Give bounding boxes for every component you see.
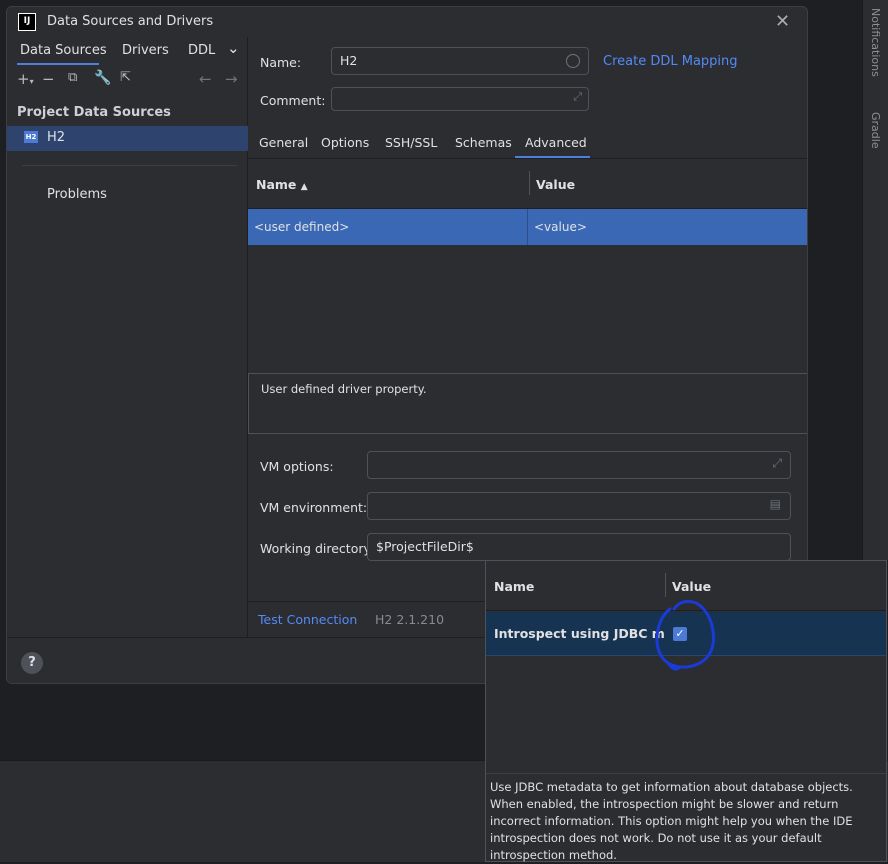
tab-advanced[interactable]: Advanced: [525, 135, 587, 150]
name-value: H2: [340, 53, 358, 68]
tab-drivers[interactable]: Drivers: [122, 43, 169, 58]
name-label: Name:: [260, 55, 302, 70]
wrench-icon[interactable]: 🔧: [94, 70, 111, 86]
vm-environment-label: VM environment:: [260, 500, 368, 515]
working-directory-label: Working directory:: [260, 541, 375, 556]
divider: [22, 165, 237, 166]
forward-arrow-icon[interactable]: →: [225, 70, 238, 88]
export-icon[interactable]: ⇱: [120, 70, 131, 85]
problems-item[interactable]: Problems: [47, 187, 107, 202]
popup-col-value[interactable]: Value: [672, 579, 711, 594]
ide-right-toolbar: Notifications Gradle: [862, 0, 888, 560]
comment-field[interactable]: ⤢: [331, 87, 589, 111]
test-connection-link[interactable]: Test Connection: [258, 612, 357, 627]
vm-options-field[interactable]: ⤢: [367, 451, 791, 479]
working-directory-field[interactable]: $ProjectFileDir$: [367, 533, 791, 561]
tab-underline: [17, 63, 99, 65]
row-value-cell[interactable]: <value>: [534, 220, 587, 234]
sort-up-icon: ▲: [300, 182, 308, 192]
notifications-tab[interactable]: Notifications: [869, 8, 882, 77]
cell-divider: [527, 209, 528, 245]
tab-options[interactable]: Options: [321, 135, 369, 150]
col-value-header[interactable]: Value: [536, 177, 575, 192]
property-description: User defined driver property.: [248, 373, 807, 434]
tab-data-sources[interactable]: Data Sources: [20, 43, 107, 58]
col-name-header[interactable]: Name ▲: [256, 177, 308, 192]
help-icon[interactable]: ?: [21, 652, 43, 674]
table-header: Name ▲ Value: [248, 159, 807, 209]
driver-version: H2 2.1.210: [375, 612, 445, 627]
close-icon[interactable]: ✕: [775, 11, 790, 32]
datasource-label: H2: [47, 130, 66, 145]
popup-description: Use JDBC metadata to get information abo…: [486, 773, 886, 862]
property-popup: Name Value Introspect using JDBC metad ✓…: [485, 560, 887, 862]
tab-general[interactable]: General: [259, 135, 308, 150]
tab-ssh-ssl[interactable]: SSH/SSL: [385, 135, 437, 150]
document-icon[interactable]: ▤: [770, 497, 781, 511]
table-row[interactable]: <user defined> <value>: [248, 209, 807, 245]
back-arrow-icon[interactable]: ←: [199, 70, 212, 88]
name-field[interactable]: H2: [331, 47, 589, 75]
remove-icon[interactable]: −: [42, 70, 55, 88]
section-heading: Project Data Sources: [17, 105, 171, 120]
create-ddl-mapping-link[interactable]: Create DDL Mapping: [603, 54, 738, 69]
intellij-logo-icon: IJ: [18, 13, 36, 31]
vm-environment-field[interactable]: ▤: [367, 492, 791, 520]
duplicate-icon[interactable]: ⧉: [68, 70, 77, 85]
dialog-title: Data Sources and Drivers: [47, 14, 214, 29]
properties-table: Name ▲ Value <user defined> <value>: [248, 159, 807, 369]
expand-icon[interactable]: ⤢: [573, 90, 582, 104]
datasource-item-h2[interactable]: H2 H2: [7, 126, 248, 151]
add-icon[interactable]: +▾: [17, 70, 34, 88]
expand-icon[interactable]: ⤢: [772, 456, 782, 471]
comment-label: Comment:: [260, 93, 326, 108]
tab-schemas[interactable]: Schemas: [455, 135, 512, 150]
color-circle-icon[interactable]: [566, 54, 580, 68]
left-pane: Data Sources Drivers DDL ⌄ +▾ − ⧉ 🔧 ⇱ ← …: [7, 37, 248, 637]
h2-db-icon: H2: [24, 131, 38, 143]
working-directory-value: $ProjectFileDir$: [376, 539, 474, 554]
tab-ddl[interactable]: DDL: [188, 43, 216, 58]
introspect-option-name: Introspect using JDBC metad: [494, 626, 664, 641]
gradle-tab[interactable]: Gradle: [869, 112, 882, 149]
vm-options-label: VM options:: [260, 459, 334, 474]
column-divider[interactable]: [665, 573, 666, 597]
popup-col-name[interactable]: Name: [494, 579, 534, 594]
row-name-cell[interactable]: <user defined>: [254, 220, 349, 234]
column-divider[interactable]: [529, 171, 530, 195]
hand-drawn-circle-annotation: [655, 599, 715, 671]
chevron-down-icon[interactable]: ⌄: [227, 39, 240, 57]
